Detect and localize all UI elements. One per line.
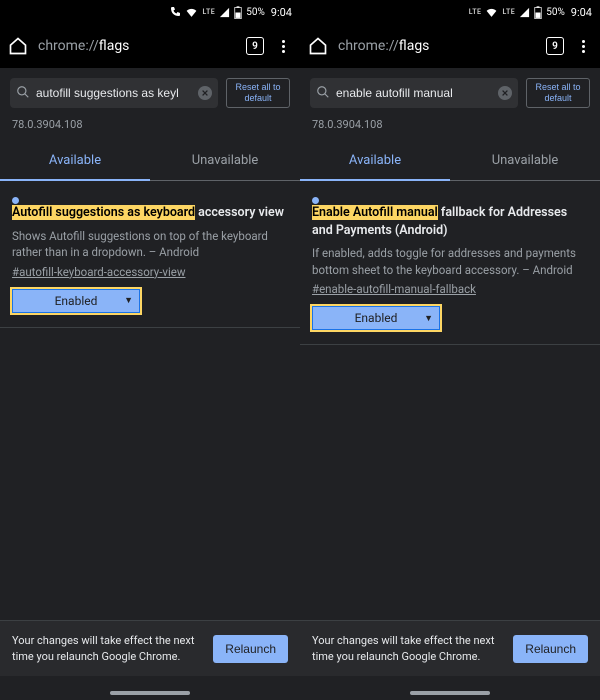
search-box[interactable] (310, 78, 518, 108)
flag-title-highlight: Enable Autofill manual (312, 205, 438, 220)
wifi-icon (185, 6, 198, 19)
tab-unavailable[interactable]: Unavailable (450, 141, 600, 181)
flags-page: Reset all to default 78.0.3904.108 Avail… (0, 68, 300, 700)
clear-search-icon[interactable] (198, 86, 212, 100)
relaunch-text: Your changes will take effect the next t… (12, 633, 203, 664)
search-icon (16, 85, 30, 102)
tab-switcher[interactable]: 9 (546, 37, 564, 55)
lte-label-2: LTE (502, 8, 515, 16)
battery-pct: 50% (546, 7, 565, 18)
phone-wifi-icon (169, 6, 181, 18)
chevron-down-icon: ▼ (424, 313, 433, 324)
url-highlight: flags (99, 38, 130, 54)
status-bar: LTE 50% 9:04 (0, 0, 300, 24)
lte-label: LTE (202, 8, 215, 16)
gesture-bar-icon (110, 691, 190, 695)
relaunch-footer: Your changes will take effect the next t… (300, 620, 600, 676)
signal-icon (519, 7, 530, 18)
clear-search-icon[interactable] (498, 86, 512, 100)
flag-select-value: Enabled (55, 294, 98, 308)
relaunch-footer: Your changes will take effect the next t… (0, 620, 300, 676)
flag-description: Shows Autofill suggestions on top of the… (12, 228, 288, 261)
battery-icon (534, 6, 542, 19)
battery-icon (234, 6, 242, 19)
flag-title: Enable Autofill manual fallback for Addr… (312, 197, 588, 239)
reset-all-button[interactable]: Reset all to default (526, 78, 590, 108)
url-prefix: chrome:// (338, 38, 399, 54)
search-box[interactable] (10, 78, 218, 108)
url-bar: chrome://flags 9 (0, 24, 300, 68)
relaunch-button[interactable]: Relaunch (513, 635, 588, 663)
flag-item: Enable Autofill manual fallback for Addr… (300, 181, 600, 345)
home-icon[interactable] (8, 36, 28, 56)
screenshot-left: LTE 50% 9:04 chrome://flags 9 (0, 0, 300, 700)
flag-title: Autofill suggestions as keyboard accesso… (12, 197, 288, 222)
wifi-icon (485, 6, 498, 19)
url-bar: chrome://flags 9 (300, 24, 600, 68)
search-icon (316, 85, 330, 102)
tab-available[interactable]: Available (0, 141, 150, 181)
version-text: 78.0.3904.108 (0, 114, 300, 141)
url-text[interactable]: chrome://flags (338, 38, 536, 54)
gesture-bar-icon (410, 691, 490, 695)
signal-icon (219, 7, 230, 18)
status-bar: LTE LTE 50% 9:04 (300, 0, 600, 24)
home-icon[interactable] (308, 36, 328, 56)
clock: 9:04 (571, 6, 592, 19)
modified-dot-icon (12, 197, 19, 204)
overflow-menu-icon[interactable] (274, 40, 292, 53)
screenshot-right: LTE LTE 50% 9:04 chrome://flags 9 (300, 0, 600, 700)
overflow-menu-icon[interactable] (574, 40, 592, 53)
flag-select[interactable]: Enabled ▼ (12, 289, 140, 313)
tab-switcher[interactable]: 9 (246, 37, 264, 55)
search-input[interactable] (336, 86, 492, 100)
lte-label: LTE (469, 8, 482, 16)
flag-select[interactable]: Enabled ▼ (312, 306, 440, 330)
flags-page: Reset all to default 78.0.3904.108 Avail… (300, 68, 600, 700)
reset-all-button[interactable]: Reset all to default (226, 78, 290, 108)
url-text[interactable]: chrome://flags (38, 38, 236, 54)
flag-description: If enabled, adds toggle for addresses an… (312, 245, 588, 278)
flag-title-rest: accessory view (195, 205, 284, 220)
search-input[interactable] (36, 86, 192, 100)
relaunch-text: Your changes will take effect the next t… (312, 633, 503, 664)
battery-pct: 50% (246, 7, 265, 18)
flag-title-highlight: Autofill suggestions as keyboard (12, 205, 195, 220)
flag-select-value: Enabled (355, 311, 398, 325)
version-text: 78.0.3904.108 (300, 114, 600, 141)
relaunch-button[interactable]: Relaunch (213, 635, 288, 663)
url-highlight: flags (399, 38, 430, 54)
tab-unavailable[interactable]: Unavailable (150, 141, 300, 181)
clock: 9:04 (271, 6, 292, 19)
tabs-row: Available Unavailable (300, 141, 600, 181)
chevron-down-icon: ▼ (124, 295, 133, 306)
tabs-row: Available Unavailable (0, 141, 300, 181)
flag-hash[interactable]: #enable-autofill-manual-fallback (312, 282, 588, 296)
flag-item: Autofill suggestions as keyboard accesso… (0, 181, 300, 328)
flag-hash[interactable]: #autofill-keyboard-accessory-view (12, 265, 288, 279)
modified-dot-icon (312, 197, 319, 204)
url-prefix: chrome:// (38, 38, 99, 54)
tab-available[interactable]: Available (300, 141, 450, 181)
